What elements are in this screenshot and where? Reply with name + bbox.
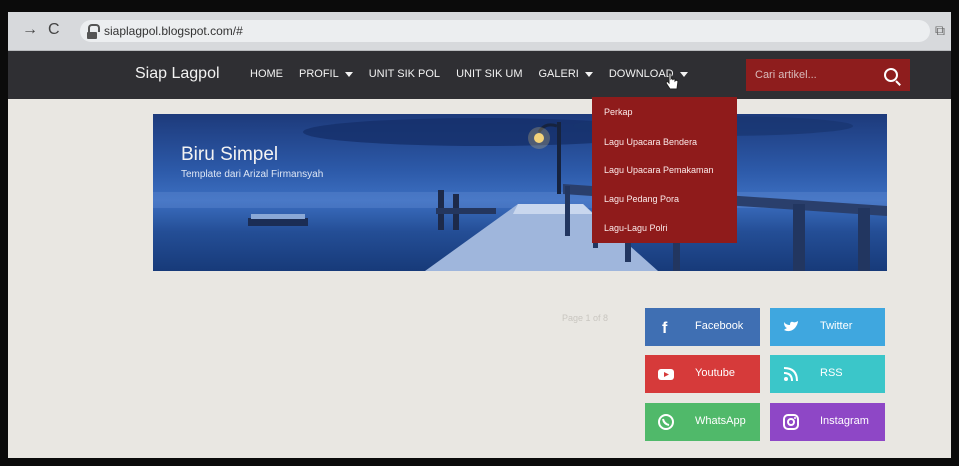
search-box — [746, 59, 910, 91]
menu-label: HOME — [250, 68, 283, 80]
whatsapp-label: WhatsApp — [695, 415, 746, 427]
main-menu: HOME PROFIL UNIT SIK POL UNIT SIK UM GAL… — [250, 68, 704, 80]
search-input[interactable] — [746, 59, 876, 91]
facebook-button[interactable]: f Facebook — [645, 308, 760, 346]
rss-button[interactable]: RSS — [770, 355, 885, 393]
instagram-icon — [783, 414, 799, 430]
twitter-button[interactable]: Twitter — [770, 308, 885, 346]
url-text[interactable]: siaplagpol.blogspot.com/# — [104, 24, 243, 38]
menu-label: PROFIL — [299, 68, 339, 80]
menu-label: UNIT SIK UM — [456, 68, 523, 80]
menu-label: UNIT SIK POL — [368, 68, 441, 80]
menu-label: DOWNLOAD — [608, 68, 674, 80]
address-bar[interactable]: siaplagpol.blogspot.com/# — [80, 20, 930, 42]
rss-icon — [783, 367, 798, 382]
menu-item-home[interactable]: HOME — [250, 68, 283, 80]
rss-label: RSS — [820, 367, 843, 379]
whatsapp-icon — [658, 414, 674, 430]
dropdown-item-lagu-pedang-pora[interactable]: Lagu Pedang Pora — [604, 194, 679, 204]
twitter-label: Twitter — [820, 320, 853, 332]
dropdown-item-lagu-upacara-bendera[interactable]: Lagu Upacara Bendera — [604, 137, 697, 147]
youtube-label: Youtube — [695, 367, 735, 379]
menu-item-profil[interactable]: PROFIL — [299, 68, 353, 80]
instagram-label: Instagram — [820, 415, 869, 427]
chevron-down-icon — [584, 71, 593, 77]
facebook-label: Facebook — [695, 320, 744, 332]
menu-item-unit-sik-um[interactable]: UNIT SIK UM — [456, 68, 522, 80]
facebook-icon: f — [662, 320, 668, 336]
page-indicator: Page 1 of 8 — [562, 313, 609, 323]
screen: → C siaplagpol.blogspot.com/# ⧉ Siap Lag… — [8, 12, 951, 458]
download-dropdown: Perkap Lagu Upacara Bendera Lagu Upacara… — [592, 97, 737, 243]
svg-text:f: f — [662, 320, 668, 336]
site-navbar: Siap Lagpol HOME PROFIL UNIT SIK POL UNI… — [8, 51, 951, 99]
lock-icon — [87, 24, 100, 39]
menu-label: GALERI — [538, 68, 579, 80]
share-icon[interactable]: ⧉ — [935, 22, 945, 39]
chevron-down-icon — [679, 71, 688, 77]
reload-icon[interactable]: C — [48, 21, 60, 39]
instagram-button[interactable]: Instagram — [770, 403, 885, 441]
dropdown-item-lagu-upacara-pemakaman[interactable]: Lagu Upacara Pemakaman — [604, 165, 714, 175]
blog-subtitle: Template dari Arizal Firmansyah — [181, 169, 324, 180]
forward-arrow-icon[interactable]: → — [22, 21, 38, 39]
blog-title[interactable]: Biru Simpel — [181, 144, 278, 166]
chevron-down-icon — [344, 71, 353, 77]
browser-toolbar: → C siaplagpol.blogspot.com/# ⧉ — [8, 12, 951, 51]
hand-cursor-icon — [665, 72, 679, 90]
header-banner[interactable]: Biru Simpel Template dari Arizal Firmans… — [153, 114, 887, 271]
search-icon[interactable] — [884, 68, 898, 82]
whatsapp-button[interactable]: WhatsApp — [645, 403, 760, 441]
youtube-button[interactable]: Youtube — [645, 355, 760, 393]
pier-image — [153, 116, 887, 271]
menu-item-unit-sik-pol[interactable]: UNIT SIK POL — [369, 68, 440, 80]
dropdown-item-lagu-lagu-polri[interactable]: Lagu-Lagu Polri — [604, 223, 668, 233]
dropdown-item-perkap[interactable]: Perkap — [604, 107, 633, 117]
twitter-icon — [784, 321, 798, 332]
site-brand[interactable]: Siap Lagpol — [135, 65, 220, 83]
youtube-icon — [658, 369, 674, 380]
menu-item-galeri[interactable]: GALERI — [538, 68, 593, 80]
